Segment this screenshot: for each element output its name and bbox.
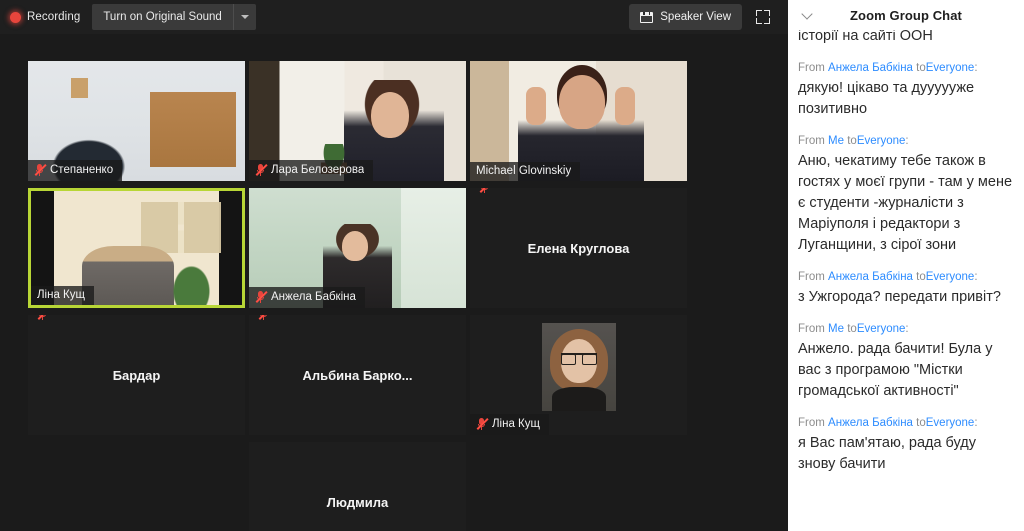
chat-recipient[interactable]: Everyone <box>926 62 975 74</box>
chat-sender[interactable]: Анжела Бабкіна <box>828 62 913 74</box>
colon: : <box>974 271 978 283</box>
participant-tile[interactable]: Степаненко <box>28 61 245 181</box>
chat-message-text: Анжело. рада бачити! Була у вас з програ… <box>798 341 993 399</box>
chat-message-meta: From Анжела Бабкіна toEveryone: <box>798 60 1014 77</box>
chat-sender[interactable]: Анжела Бабкіна <box>828 271 913 283</box>
participant-tile[interactable]: Лара Белозерова <box>249 61 466 181</box>
participant-name-badge: Ліна Кущ <box>470 414 549 435</box>
participant-tile[interactable]: Альбина Барко... <box>249 315 466 435</box>
mic-muted-icon <box>255 290 268 304</box>
chat-recipient[interactable]: Everyone <box>926 417 975 429</box>
chat-message-text: дякую! цікаво та дуууууже позитивно <box>798 80 975 117</box>
original-sound-label: Turn on Original Sound <box>103 11 222 23</box>
to-label: to <box>847 323 857 335</box>
from-label: From <box>798 271 825 283</box>
participant-name-badge: Ліна Кущ <box>31 286 94 305</box>
toolbar-right-group: Speaker View <box>629 4 788 30</box>
chat-title: Zoom Group Chat <box>850 7 962 23</box>
recording-indicator[interactable]: Recording <box>0 11 80 23</box>
chat-message: From Me toEveryone: Аню, чекатиму тебе т… <box>798 133 1014 256</box>
original-sound-dropdown[interactable] <box>234 4 256 30</box>
participant-name: Michael Glovinskiy <box>476 165 572 177</box>
to-label: to <box>916 271 926 283</box>
participant-tile[interactable]: Ліна Кущ <box>470 315 687 435</box>
participant-name: Анжела Бабкіна <box>271 291 356 303</box>
participant-name-badge: Лара Белозерова <box>249 160 374 181</box>
video-stage: Recording Turn on Original Sound Speaker… <box>0 0 788 531</box>
participant-name: Степаненко <box>50 164 114 176</box>
participant-name: Людмила <box>326 494 389 510</box>
mic-muted-icon <box>476 417 489 431</box>
participant-tile[interactable]: Бардар <box>28 315 245 435</box>
participant-name-badge: Степаненко <box>28 160 123 181</box>
colon: : <box>974 62 978 74</box>
from-label: From <box>798 417 825 429</box>
chat-recipient[interactable]: Everyone <box>857 135 906 147</box>
participant-name: Ліна Кущ <box>492 418 540 430</box>
chat-message-text: я Вас пам'ятаю, рада буду знову бачити <box>798 435 977 472</box>
record-dot-icon <box>10 11 21 23</box>
participant-name: Лара Белозерова <box>271 164 365 176</box>
chat-header: Zoom Group Chat <box>788 0 1024 30</box>
chat-recipient[interactable]: Everyone <box>857 323 906 335</box>
participant-tile-active-speaker[interactable]: Ліна Кущ <box>28 188 245 308</box>
fullscreen-icon[interactable] <box>750 4 776 30</box>
participant-name-badge: Michael Glovinskiy <box>470 162 581 181</box>
meeting-toolbar: Recording Turn on Original Sound Speaker… <box>0 0 788 34</box>
chat-message: From Me toEveryone: Анжело. рада бачити!… <box>798 321 1014 402</box>
chat-message: From Анжела Бабкіна toEveryone: з Ужгоро… <box>798 269 1014 308</box>
chat-message-meta: From Me toEveryone: <box>798 321 1014 338</box>
mic-muted-icon <box>255 163 268 177</box>
chat-message-meta: From Анжела Бабкіна toEveryone: <box>798 269 1014 286</box>
chat-message: From Анжела Бабкіна toEveryone: дякую! ц… <box>798 60 1014 120</box>
avatar <box>541 323 616 411</box>
chat-message-text: з Ужгорода? передати привіт? <box>798 289 1001 305</box>
chat-message-clipped: історії на сайті ООН <box>798 30 1014 47</box>
colon: : <box>974 417 978 429</box>
participant-grid: Степаненко Лара Белозерова Michael Glovi… <box>28 61 687 531</box>
original-sound-button[interactable]: Turn on Original Sound <box>92 4 256 30</box>
from-label: From <box>798 62 825 74</box>
participant-name: Бардар <box>112 367 161 383</box>
chat-sender[interactable]: Me <box>828 323 844 335</box>
to-label: to <box>916 417 926 429</box>
chat-message-meta: From Анжела Бабкіна toEveryone: <box>798 415 1014 432</box>
chat-message-text: історії на сайті ООН <box>798 30 933 44</box>
chevron-down-icon[interactable] <box>798 6 816 24</box>
participant-tile[interactable]: Людмила <box>249 442 466 531</box>
chat-message-text: Аню, чекатиму тебе також в гостях у моєї… <box>798 153 1013 253</box>
participant-name: Елена Круглова <box>527 240 630 256</box>
speaker-view-icon <box>640 11 654 23</box>
participant-name-badge: Анжела Бабкіна <box>249 287 365 308</box>
to-label: to <box>916 62 926 74</box>
participant-tile[interactable]: Елена Круглова <box>470 188 687 308</box>
zoom-meeting-window: Recording Turn on Original Sound Speaker… <box>0 0 1024 531</box>
chevron-down-icon <box>240 15 249 19</box>
participant-name: Ліна Кущ <box>37 289 85 301</box>
chat-recipient[interactable]: Everyone <box>926 271 975 283</box>
from-label: From <box>798 323 825 335</box>
chat-message: From Анжела Бабкіна toEveryone: я Вас па… <box>798 415 1014 475</box>
speaker-view-button[interactable]: Speaker View <box>629 4 742 30</box>
from-label: From <box>798 135 825 147</box>
speaker-view-label: Speaker View <box>660 11 731 23</box>
chat-message-meta: From Me toEveryone: <box>798 133 1014 150</box>
mic-muted-icon <box>34 163 47 177</box>
colon: : <box>905 135 909 147</box>
to-label: to <box>847 135 857 147</box>
chat-sender[interactable]: Me <box>828 135 844 147</box>
colon: : <box>905 323 909 335</box>
chat-sender[interactable]: Анжела Бабкіна <box>828 417 913 429</box>
participant-tile[interactable]: Michael Glovinskiy <box>470 61 687 181</box>
chat-panel: Zoom Group Chat історії на сайті ООН Fro… <box>788 0 1024 531</box>
recording-label: Recording <box>27 11 81 23</box>
chat-message-list[interactable]: історії на сайті ООН From Анжела Бабкіна… <box>788 30 1024 531</box>
participant-tile[interactable]: Анжела Бабкіна <box>249 188 466 308</box>
participant-name: Альбина Барко... <box>302 367 413 383</box>
